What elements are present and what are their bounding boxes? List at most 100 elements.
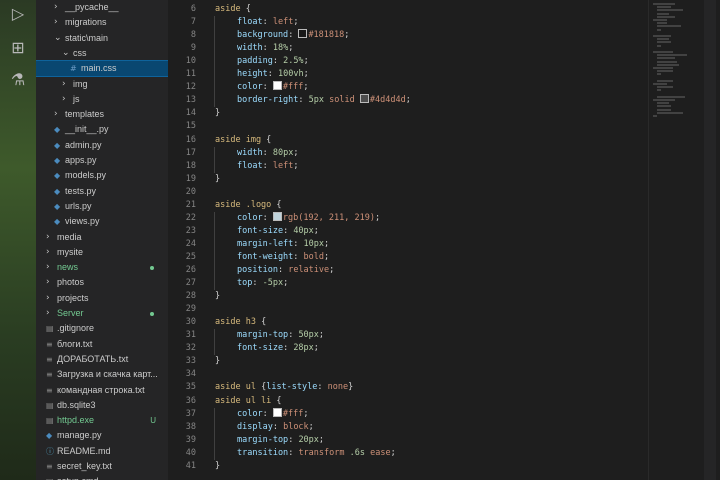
code-line[interactable]: 8 background: #181818; bbox=[168, 29, 648, 43]
explorer-file[interactable]: ◆ apps.py bbox=[36, 153, 168, 168]
file-explorer: › __pycache__ › migrations ⌄ static\main ⌄ css #… bbox=[36, 0, 168, 480]
explorer-file[interactable]: ◆ __init__.py bbox=[36, 122, 168, 137]
explorer-file[interactable]: ◆ views.py bbox=[36, 214, 168, 229]
explorer-folder[interactable]: › mysite bbox=[36, 245, 168, 260]
chevron-right-icon[interactable]: › bbox=[46, 306, 54, 321]
code-line[interactable]: 41} bbox=[168, 460, 648, 473]
code-line[interactable]: 10 padding: 2.5%; bbox=[168, 55, 648, 69]
explorer-file[interactable]: ▤ httpd.exe U bbox=[36, 413, 168, 428]
code-token: { bbox=[255, 317, 267, 328]
debug-icon[interactable]: ▷ bbox=[8, 4, 28, 24]
explorer-folder[interactable]: › migrations bbox=[36, 15, 168, 30]
code-line[interactable]: 38 display: block; bbox=[168, 420, 648, 434]
chevron-down-icon[interactable]: ⌄ bbox=[62, 46, 70, 61]
explorer-file[interactable]: ▤ db.sqlite3 bbox=[36, 398, 168, 413]
code-line[interactable]: 36 aside ul li { bbox=[168, 395, 648, 408]
explorer-file[interactable]: ≡ ДОРАБОТАТЬ.txt bbox=[36, 352, 168, 367]
chevron-right-icon[interactable]: › bbox=[46, 291, 54, 306]
chevron-right-icon[interactable]: › bbox=[54, 15, 62, 30]
chevron-right-icon[interactable]: › bbox=[46, 260, 54, 275]
code-token: { bbox=[240, 4, 251, 14]
editor-scrollbar[interactable] bbox=[704, 0, 716, 480]
code-line[interactable]: 15 bbox=[168, 120, 648, 133]
color-swatch[interactable] bbox=[359, 94, 369, 104]
code-line[interactable]: 34 bbox=[168, 368, 648, 381]
explorer-file[interactable]: ◆ manage.py bbox=[36, 428, 168, 443]
code-line[interactable]: 33} bbox=[168, 355, 648, 368]
explorer-file[interactable]: ≡ secret_key.txt bbox=[36, 459, 168, 474]
explorer-file[interactable]: ⓘ README.md bbox=[36, 444, 168, 459]
explorer-folder[interactable]: › Server bbox=[36, 306, 168, 321]
chevron-right-icon[interactable]: › bbox=[62, 77, 70, 92]
chevron-right-icon[interactable]: › bbox=[54, 0, 62, 15]
explorer-folder[interactable]: › photos bbox=[36, 275, 168, 290]
chevron-right-icon[interactable]: › bbox=[46, 275, 54, 290]
code-line[interactable]: 23 font-size: 40px; bbox=[168, 224, 648, 238]
code-line[interactable]: 16 aside img { bbox=[168, 134, 648, 147]
chevron-right-icon[interactable]: › bbox=[46, 245, 54, 260]
chevron-right-icon[interactable]: › bbox=[62, 92, 70, 107]
code-line[interactable]: 32 font-size: 28px; bbox=[168, 342, 648, 356]
test-beaker-icon[interactable]: ⚗ bbox=[8, 70, 28, 90]
code-line[interactable]: 21 aside .logo { bbox=[168, 199, 648, 212]
explorer-folder[interactable]: › media bbox=[36, 230, 168, 245]
color-swatch[interactable] bbox=[298, 29, 308, 39]
indent-guide bbox=[214, 224, 237, 238]
code-line[interactable]: 9 width: 18%; bbox=[168, 42, 648, 56]
code-line[interactable]: 13 border-right: 5px solid #4d4d4d; bbox=[168, 94, 648, 108]
explorer-file[interactable]: ◆ tests.py bbox=[36, 184, 168, 199]
chevron-right-icon[interactable]: › bbox=[54, 107, 62, 122]
code-line[interactable]: 22 color: rgb(192, 211, 219); bbox=[168, 211, 648, 225]
explorer-file[interactable]: ◆ urls.py bbox=[36, 199, 168, 214]
extensions-icon[interactable]: ⊞ bbox=[8, 38, 28, 58]
explorer-file[interactable]: ≡ Загрузка и скачка карт... bbox=[36, 367, 168, 382]
explorer-file[interactable]: ▤ .gitignore bbox=[36, 321, 168, 336]
explorer-folder[interactable]: › projects bbox=[36, 291, 168, 306]
code-token: aside .logo bbox=[215, 199, 272, 210]
explorer-folder[interactable]: ⌄ static\main bbox=[36, 31, 168, 46]
code-line[interactable]: 24 margin-left: 10px; bbox=[168, 237, 648, 251]
code-line[interactable]: 31 margin-top: 50px; bbox=[168, 329, 648, 343]
code-line[interactable]: 12 color: #fff; bbox=[168, 81, 648, 95]
explorer-file[interactable]: ▤setup.cmd bbox=[36, 474, 168, 480]
explorer-file[interactable]: ◆ admin.py bbox=[36, 138, 168, 153]
code-line[interactable]: 39 margin-top: 20px; bbox=[168, 433, 648, 447]
code-line[interactable]: 14} bbox=[168, 107, 648, 120]
code-line[interactable]: 27 top: -5px; bbox=[168, 277, 648, 291]
color-swatch[interactable] bbox=[272, 211, 282, 221]
explorer-folder[interactable]: › templates bbox=[36, 107, 168, 122]
explorer-file[interactable]: # main.css bbox=[36, 60, 168, 78]
explorer-file[interactable]: ≡ блоги.txt bbox=[36, 337, 168, 352]
code-line[interactable]: 7 float: left; bbox=[168, 16, 648, 30]
code-line[interactable]: 25 font-weight: bold; bbox=[168, 250, 648, 264]
code-line[interactable]: 30 aside h3 { bbox=[168, 316, 648, 329]
explorer-file[interactable]: ≡ командная строка.txt bbox=[36, 383, 168, 398]
minimap-line bbox=[657, 105, 671, 108]
color-swatch[interactable] bbox=[272, 407, 282, 417]
code-token: { bbox=[261, 134, 272, 145]
code-line[interactable]: 35 aside ul {list-style: none} bbox=[168, 381, 648, 394]
code-token: display bbox=[237, 421, 273, 432]
code-line[interactable]: 28} bbox=[168, 290, 648, 303]
code-editor[interactable]: 6 aside {7 float: left; 8 background: #18181… bbox=[168, 0, 648, 480]
chevron-right-icon[interactable]: › bbox=[46, 230, 54, 245]
code-line[interactable]: 17 width: 80px; bbox=[168, 146, 648, 160]
code-line[interactable]: 6 aside { bbox=[168, 3, 648, 16]
explorer-folder[interactable]: › __pycache__ bbox=[36, 0, 168, 15]
chevron-down-icon[interactable]: ⌄ bbox=[54, 31, 62, 46]
code-line[interactable]: 18 float: left; bbox=[168, 159, 648, 173]
explorer-folder[interactable]: ⌄ css bbox=[36, 46, 168, 61]
explorer-folder[interactable]: › news bbox=[36, 260, 168, 275]
code-line[interactable]: 40 transition: transform .6s ease; bbox=[168, 446, 648, 460]
code-line[interactable]: 19} bbox=[168, 173, 648, 186]
code-line[interactable]: 29 bbox=[168, 303, 648, 316]
explorer-file[interactable]: ◆ models.py bbox=[36, 168, 168, 183]
explorer-folder[interactable]: › img bbox=[36, 77, 168, 92]
explorer-folder[interactable]: › js bbox=[36, 92, 168, 107]
code-line[interactable]: 37 color: #fff; bbox=[168, 407, 648, 421]
code-line[interactable]: 20 bbox=[168, 186, 648, 199]
code-line[interactable]: 26 position: relative; bbox=[168, 264, 648, 277]
color-swatch[interactable] bbox=[272, 81, 282, 91]
code-line[interactable]: 11 height: 100vh; bbox=[168, 68, 648, 82]
line-number: 21 bbox=[185, 199, 196, 210]
